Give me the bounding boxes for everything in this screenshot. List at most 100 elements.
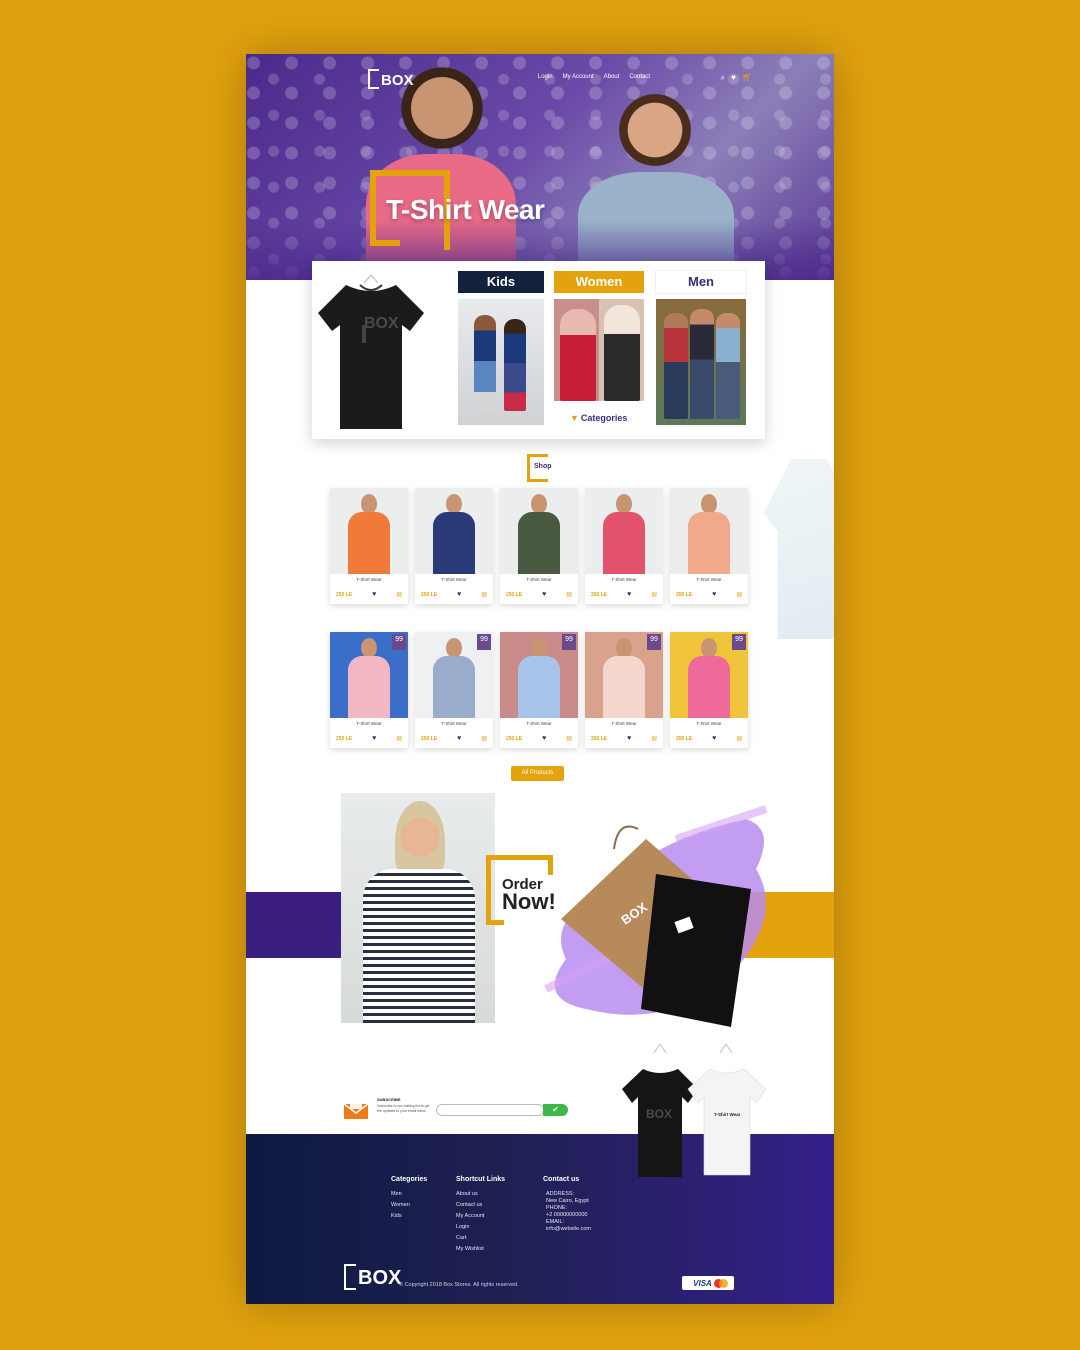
cart-icon[interactable]: ▤: [396, 591, 402, 598]
footer-link-women[interactable]: Women: [391, 1202, 427, 1208]
heart-icon[interactable]: ♥: [457, 591, 461, 598]
product-model-head: [531, 494, 547, 514]
categories-card: BOX Kids Women ▼ Categories Men: [312, 261, 765, 439]
cart-icon[interactable]: ▤: [651, 735, 657, 742]
promo-black-shirt-logo: BOX: [646, 1107, 673, 1121]
heart-icon[interactable]: ♥: [627, 735, 631, 742]
all-products-button[interactable]: All Products: [511, 766, 564, 781]
product-card[interactable]: 99 T-Shirt Wear 250 LE ♥ ▤: [415, 632, 493, 748]
product-card[interactable]: T-Shirt Wear 250 LE ♥ ▤: [670, 488, 748, 604]
featured-tshirt[interactable]: [316, 273, 426, 431]
heart-icon[interactable]: ♥: [712, 735, 716, 742]
subscribe-submit-button[interactable]: ✔: [543, 1104, 568, 1116]
product-photo: [585, 488, 663, 574]
contact-line[interactable]: info@website.com: [543, 1226, 591, 1232]
woman-figure-1: [560, 309, 596, 401]
footer-link-wishlist[interactable]: My Wishlist: [456, 1246, 505, 1252]
discount-badge: 99: [647, 634, 661, 650]
cart-icon[interactable]: ▤: [736, 735, 742, 742]
footer-contact-title: Contact us: [543, 1176, 580, 1183]
page: BOX Login My Account About Contact ⌕ ♥ 🛒…: [246, 54, 834, 1304]
order-frame-top: [486, 855, 548, 860]
product-card[interactable]: 99 T-Shirt Wear 250 LE ♥ ▤: [500, 632, 578, 748]
product-card[interactable]: 99 T-Shirt Wear 250 LE ♥ ▤: [585, 632, 663, 748]
footer-link-account[interactable]: My Account: [456, 1213, 505, 1219]
product-card[interactable]: T-Shirt Wear 250 LE ♥ ▤: [330, 488, 408, 604]
order-model-photo: [341, 793, 495, 1023]
product-footer: 250 LE ♥ ▤: [585, 591, 663, 598]
category-women-photo: [554, 299, 644, 401]
footer-logo[interactable]: BOX: [344, 1264, 401, 1290]
footer-link-contact[interactable]: Contact us: [456, 1202, 505, 1208]
product-name: T-Shirt Wear: [441, 721, 467, 726]
cart-icon[interactable]: ▤: [481, 735, 487, 742]
footer-link-cart[interactable]: Cart: [456, 1235, 505, 1241]
nav-about[interactable]: About: [604, 74, 620, 80]
heart-icon[interactable]: ♥: [712, 591, 716, 598]
heart-icon[interactable]: ♥: [457, 735, 461, 742]
subscribe-email-input[interactable]: [436, 1104, 544, 1116]
hero-banner: BOX Login My Account About Contact ⌕ ♥ 🛒…: [246, 54, 834, 280]
product-card[interactable]: T-Shirt Wear 250 LE ♥ ▤: [585, 488, 663, 604]
order-splash: [544, 805, 768, 1027]
cart-icon[interactable]: ▤: [651, 591, 657, 598]
heart-icon[interactable]: ♥: [372, 735, 376, 742]
footer-link-kids[interactable]: Kids: [391, 1213, 427, 1219]
cart-icon[interactable]: ▤: [566, 591, 572, 598]
footer-link-about[interactable]: About us: [456, 1191, 505, 1197]
product-model-head: [446, 638, 462, 658]
model-top: [363, 869, 475, 1023]
discount-badge: 99: [477, 634, 491, 650]
cart-icon[interactable]: ▤: [736, 591, 742, 598]
contact-line: PHONE:: [546, 1205, 568, 1211]
product-price: 250 LE: [421, 735, 438, 742]
product-model-head: [616, 494, 632, 514]
nav-contact[interactable]: Contact: [629, 74, 650, 80]
product-name: T-Shirt Wear: [611, 721, 637, 726]
heart-icon[interactable]: ♥: [372, 591, 376, 598]
nav-login[interactable]: Login: [538, 74, 553, 80]
promo-shirts: [622, 1043, 767, 1177]
product-price: 250 LE: [591, 591, 608, 598]
category-men[interactable]: Men: [656, 271, 746, 425]
product-card[interactable]: 99 T-Shirt Wear 250 LE ♥ ▤: [670, 632, 748, 748]
nav-my-account[interactable]: My Account: [563, 74, 594, 80]
order-line-2[interactable]: Now!: [502, 889, 556, 915]
header-logo[interactable]: BOX: [368, 69, 414, 89]
footer-logo-text: BOX: [358, 1267, 402, 1289]
product-name: T-Shirt Wear: [356, 721, 382, 726]
cart-icon[interactable]: 🛒︎: [742, 73, 752, 83]
footer-link-men[interactable]: Men: [391, 1191, 427, 1197]
category-women[interactable]: Women: [554, 271, 644, 401]
heart-icon[interactable]: ♥: [542, 735, 546, 742]
heart-icon[interactable]: ♥: [627, 591, 631, 598]
nav-icons: ⌕ ♥ 🛒︎: [721, 73, 752, 83]
product-price: 250 LE: [591, 735, 608, 742]
product-photo: 99: [415, 632, 493, 718]
product-card[interactable]: T-Shirt Wear 250 LE ♥ ▤: [500, 488, 578, 604]
product-card[interactable]: 99 T-Shirt Wear 250 LE ♥ ▤: [330, 632, 408, 748]
footer-link-login[interactable]: Login: [456, 1224, 505, 1230]
product-photo: [670, 488, 748, 574]
category-kids[interactable]: Kids: [458, 271, 544, 425]
category-kids-photo: [458, 299, 544, 425]
product-footer: 250 LE ♥ ▤: [330, 591, 408, 598]
product-model-head: [701, 638, 717, 658]
subscribe-text: Subscribe to our mailing list to get the…: [377, 1104, 430, 1113]
shop-label: Shop: [534, 463, 552, 470]
cart-icon[interactable]: ▤: [396, 735, 402, 742]
cart-icon[interactable]: ▤: [566, 735, 572, 742]
discount-badge: 99: [392, 634, 406, 650]
categories-link[interactable]: ▼ Categories: [570, 413, 627, 423]
contact-line: +2 00000000000: [546, 1212, 588, 1218]
product-card[interactable]: T-Shirt Wear 250 LE ♥ ▤: [415, 488, 493, 604]
product-footer: 250 LE ♥ ▤: [415, 735, 493, 742]
cart-icon[interactable]: ▤: [481, 591, 487, 598]
footer-categories: Categories Men Women Kids: [391, 1176, 427, 1224]
order-frame-right: [548, 855, 553, 875]
decorative-shirt-hanger: [764, 459, 834, 639]
search-icon[interactable]: ⌕: [721, 73, 725, 83]
visa-logo: VISA: [693, 1278, 712, 1288]
heart-icon[interactable]: ♥: [731, 73, 736, 83]
heart-icon[interactable]: ♥: [542, 591, 546, 598]
